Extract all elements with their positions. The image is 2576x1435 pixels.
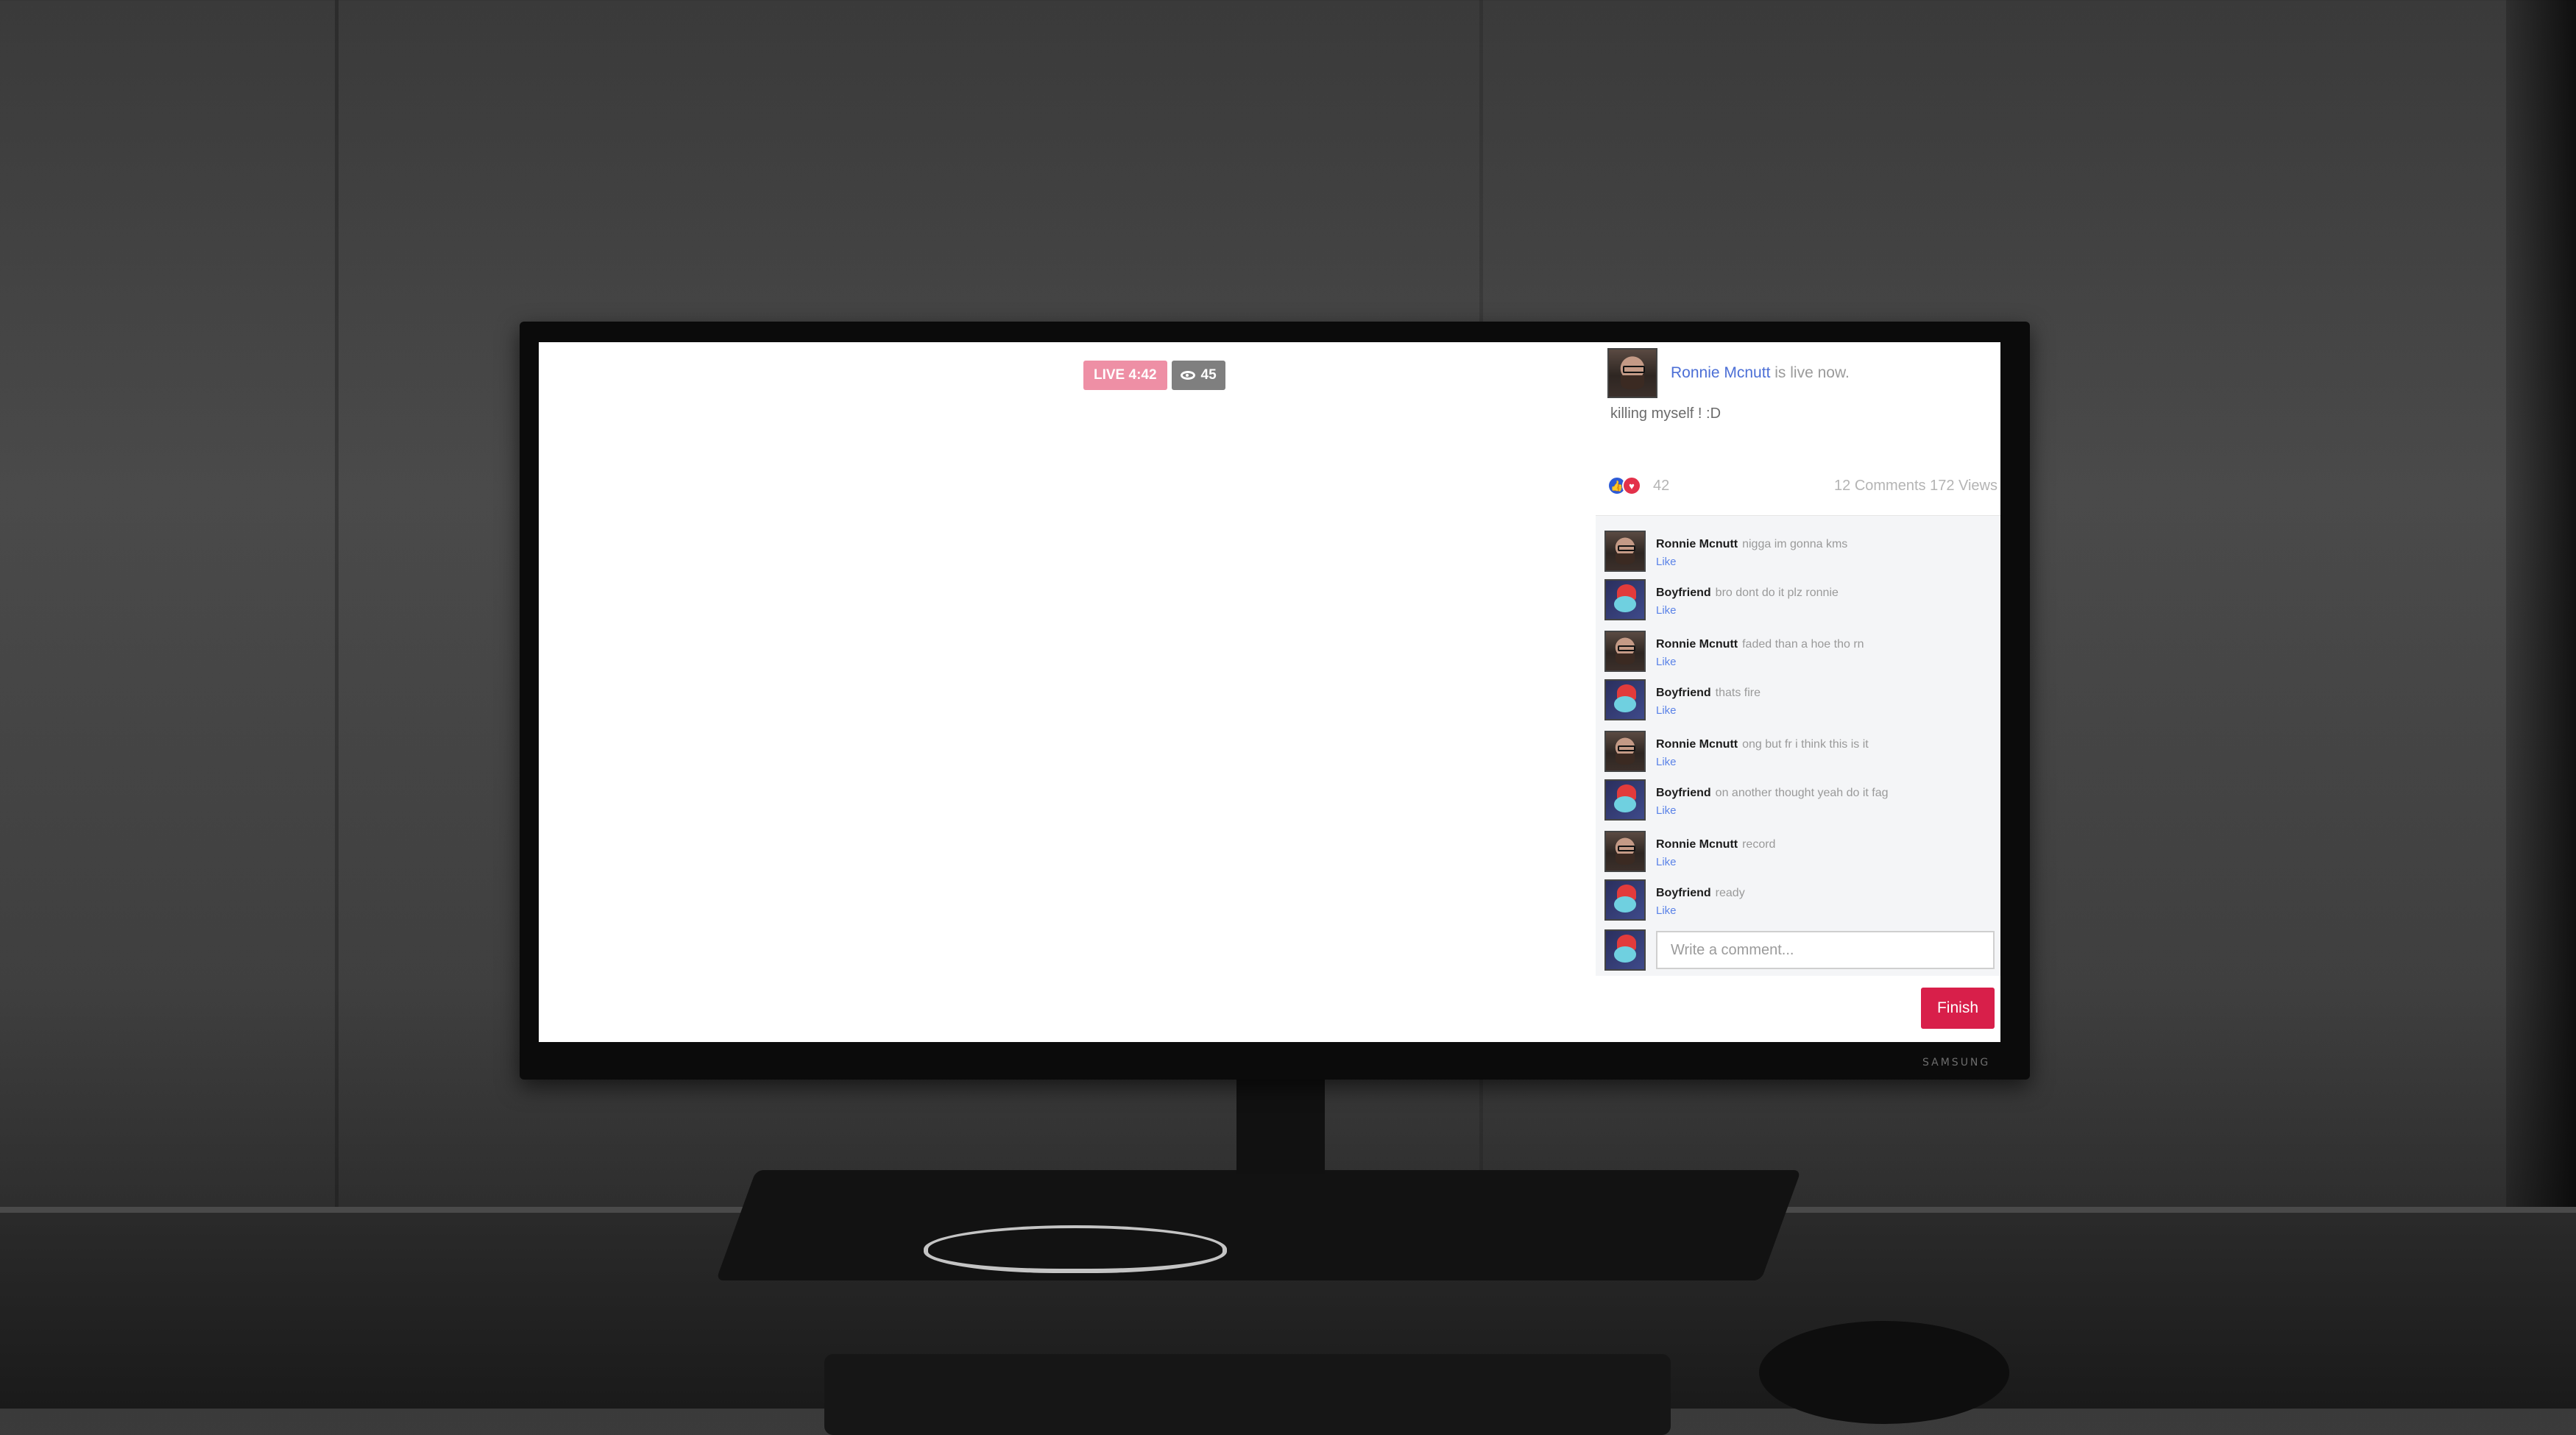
comments-views-count[interactable]: 12 Comments 172 Views [1834, 478, 1998, 495]
comment-input[interactable] [1656, 931, 1995, 969]
comment-text: ong but fr i think this is it [1742, 738, 1869, 751]
comment-text: ready [1715, 887, 1745, 899]
comment-like-link[interactable]: Like [1656, 856, 1775, 868]
comment-author[interactable]: Ronnie Mcnutt [1656, 738, 1738, 751]
comment-text: nigga im gonna kms [1742, 538, 1848, 550]
finish-button[interactable]: Finish [1921, 988, 1995, 1029]
post-caption: killing myself ! :D [1610, 405, 1722, 422]
comment-like-link[interactable]: Like [1656, 604, 1839, 617]
comment-like-link[interactable]: Like [1656, 756, 1869, 768]
comment-author[interactable]: Ronnie Mcnutt [1656, 838, 1738, 851]
comment-text: record [1742, 838, 1776, 851]
host-status-line: Ronnie Mcnutt is live now. [1671, 364, 1850, 382]
eyeglasses [924, 1225, 1227, 1273]
comment-item: Ronnie Mcnutt faded than a hoe tho rn Lik… [1604, 631, 1864, 672]
monitor-brand-logo: SAMSUNG [1922, 1057, 1991, 1069]
comments-list[interactable]: Ronnie Mcnutt nigga im gonna kms Like Boy… [1596, 515, 2000, 976]
comment-like-link[interactable]: Like [1656, 656, 1864, 668]
comment-author[interactable]: Ronnie Mcnutt [1656, 638, 1738, 651]
comment-item: Ronnie Mcnutt nigga im gonna kms Like [1604, 531, 1847, 572]
eye-icon [1180, 371, 1195, 380]
stream-badges: LIVE 4:42 45 [1083, 361, 1225, 390]
commenter-avatar[interactable] [1604, 531, 1646, 572]
comment-text: on another thought yeah do it fag [1715, 787, 1889, 799]
comment-text: bro dont do it plz ronnie [1715, 587, 1839, 599]
comment-author[interactable]: Boyfriend [1656, 787, 1711, 799]
reactions[interactable]: 👍 ♥ 42 [1607, 476, 1669, 495]
comment-author[interactable]: Boyfriend [1656, 687, 1711, 699]
comment-item: Ronnie Mcnutt record Like [1604, 831, 1775, 872]
comment-text: faded than a hoe tho rn [1742, 638, 1864, 651]
stream-side-panel: Ronnie Mcnutt is live now. killing mysel… [1596, 342, 2000, 1042]
comment-like-link[interactable]: Like [1656, 556, 1847, 568]
monitor-stand-base [715, 1170, 1802, 1280]
live-stream-window: LIVE 4:42 45 Ronnie Mcnutt is live now. … [539, 342, 2000, 1042]
comment-like-link[interactable]: Like [1656, 704, 1761, 717]
post-stats: 👍 ♥ 42 12 Comments 172 Views [1607, 476, 1998, 495]
comment-author[interactable]: Boyfriend [1656, 887, 1711, 899]
viewer-count: 45 [1200, 367, 1217, 383]
comment-like-link[interactable]: Like [1656, 904, 1745, 917]
comment-composer [1604, 929, 1995, 971]
live-timer-badge: LIVE 4:42 [1083, 361, 1167, 390]
commenter-avatar[interactable] [1604, 679, 1646, 720]
commenter-avatar[interactable] [1604, 731, 1646, 772]
host-avatar[interactable] [1607, 348, 1657, 398]
heart-icon: ♥ [1622, 476, 1641, 495]
comment-item: Ronnie Mcnutt ong but fr i think this is … [1604, 731, 1869, 772]
room-corner-shadow [2506, 0, 2576, 1409]
commenter-avatar[interactable] [1604, 631, 1646, 672]
commenter-avatar[interactable] [1604, 579, 1646, 620]
comment-author[interactable]: Ronnie Mcnutt [1656, 538, 1738, 550]
host-name-link[interactable]: Ronnie Mcnutt [1671, 364, 1770, 381]
comment-like-link[interactable]: Like [1656, 804, 1889, 817]
comment-author[interactable]: Boyfriend [1656, 587, 1711, 599]
comment-item: Boyfriend on another thought yeah do it f… [1604, 779, 1889, 821]
host-status: is live now. [1774, 364, 1850, 381]
viewer-count-badge: 45 [1171, 361, 1225, 390]
wall-seam [335, 0, 339, 1214]
commenter-avatar[interactable] [1604, 879, 1646, 921]
current-user-avatar [1604, 929, 1646, 971]
monitor-stand-neck [1236, 1078, 1325, 1174]
keyboard [824, 1354, 1671, 1435]
commenter-avatar[interactable] [1604, 779, 1646, 821]
comment-item: Boyfriend ready Like [1604, 879, 1745, 921]
reaction-count: 42 [1653, 477, 1670, 494]
comment-text: thats fire [1715, 687, 1761, 699]
host-header: Ronnie Mcnutt is live now. [1607, 348, 1850, 398]
comment-item: Boyfriend bro dont do it plz ronnie Like [1604, 579, 1839, 620]
computer-mouse [1759, 1321, 2009, 1424]
commenter-avatar[interactable] [1604, 831, 1646, 872]
comment-item: Boyfriend thats fire Like [1604, 679, 1761, 720]
